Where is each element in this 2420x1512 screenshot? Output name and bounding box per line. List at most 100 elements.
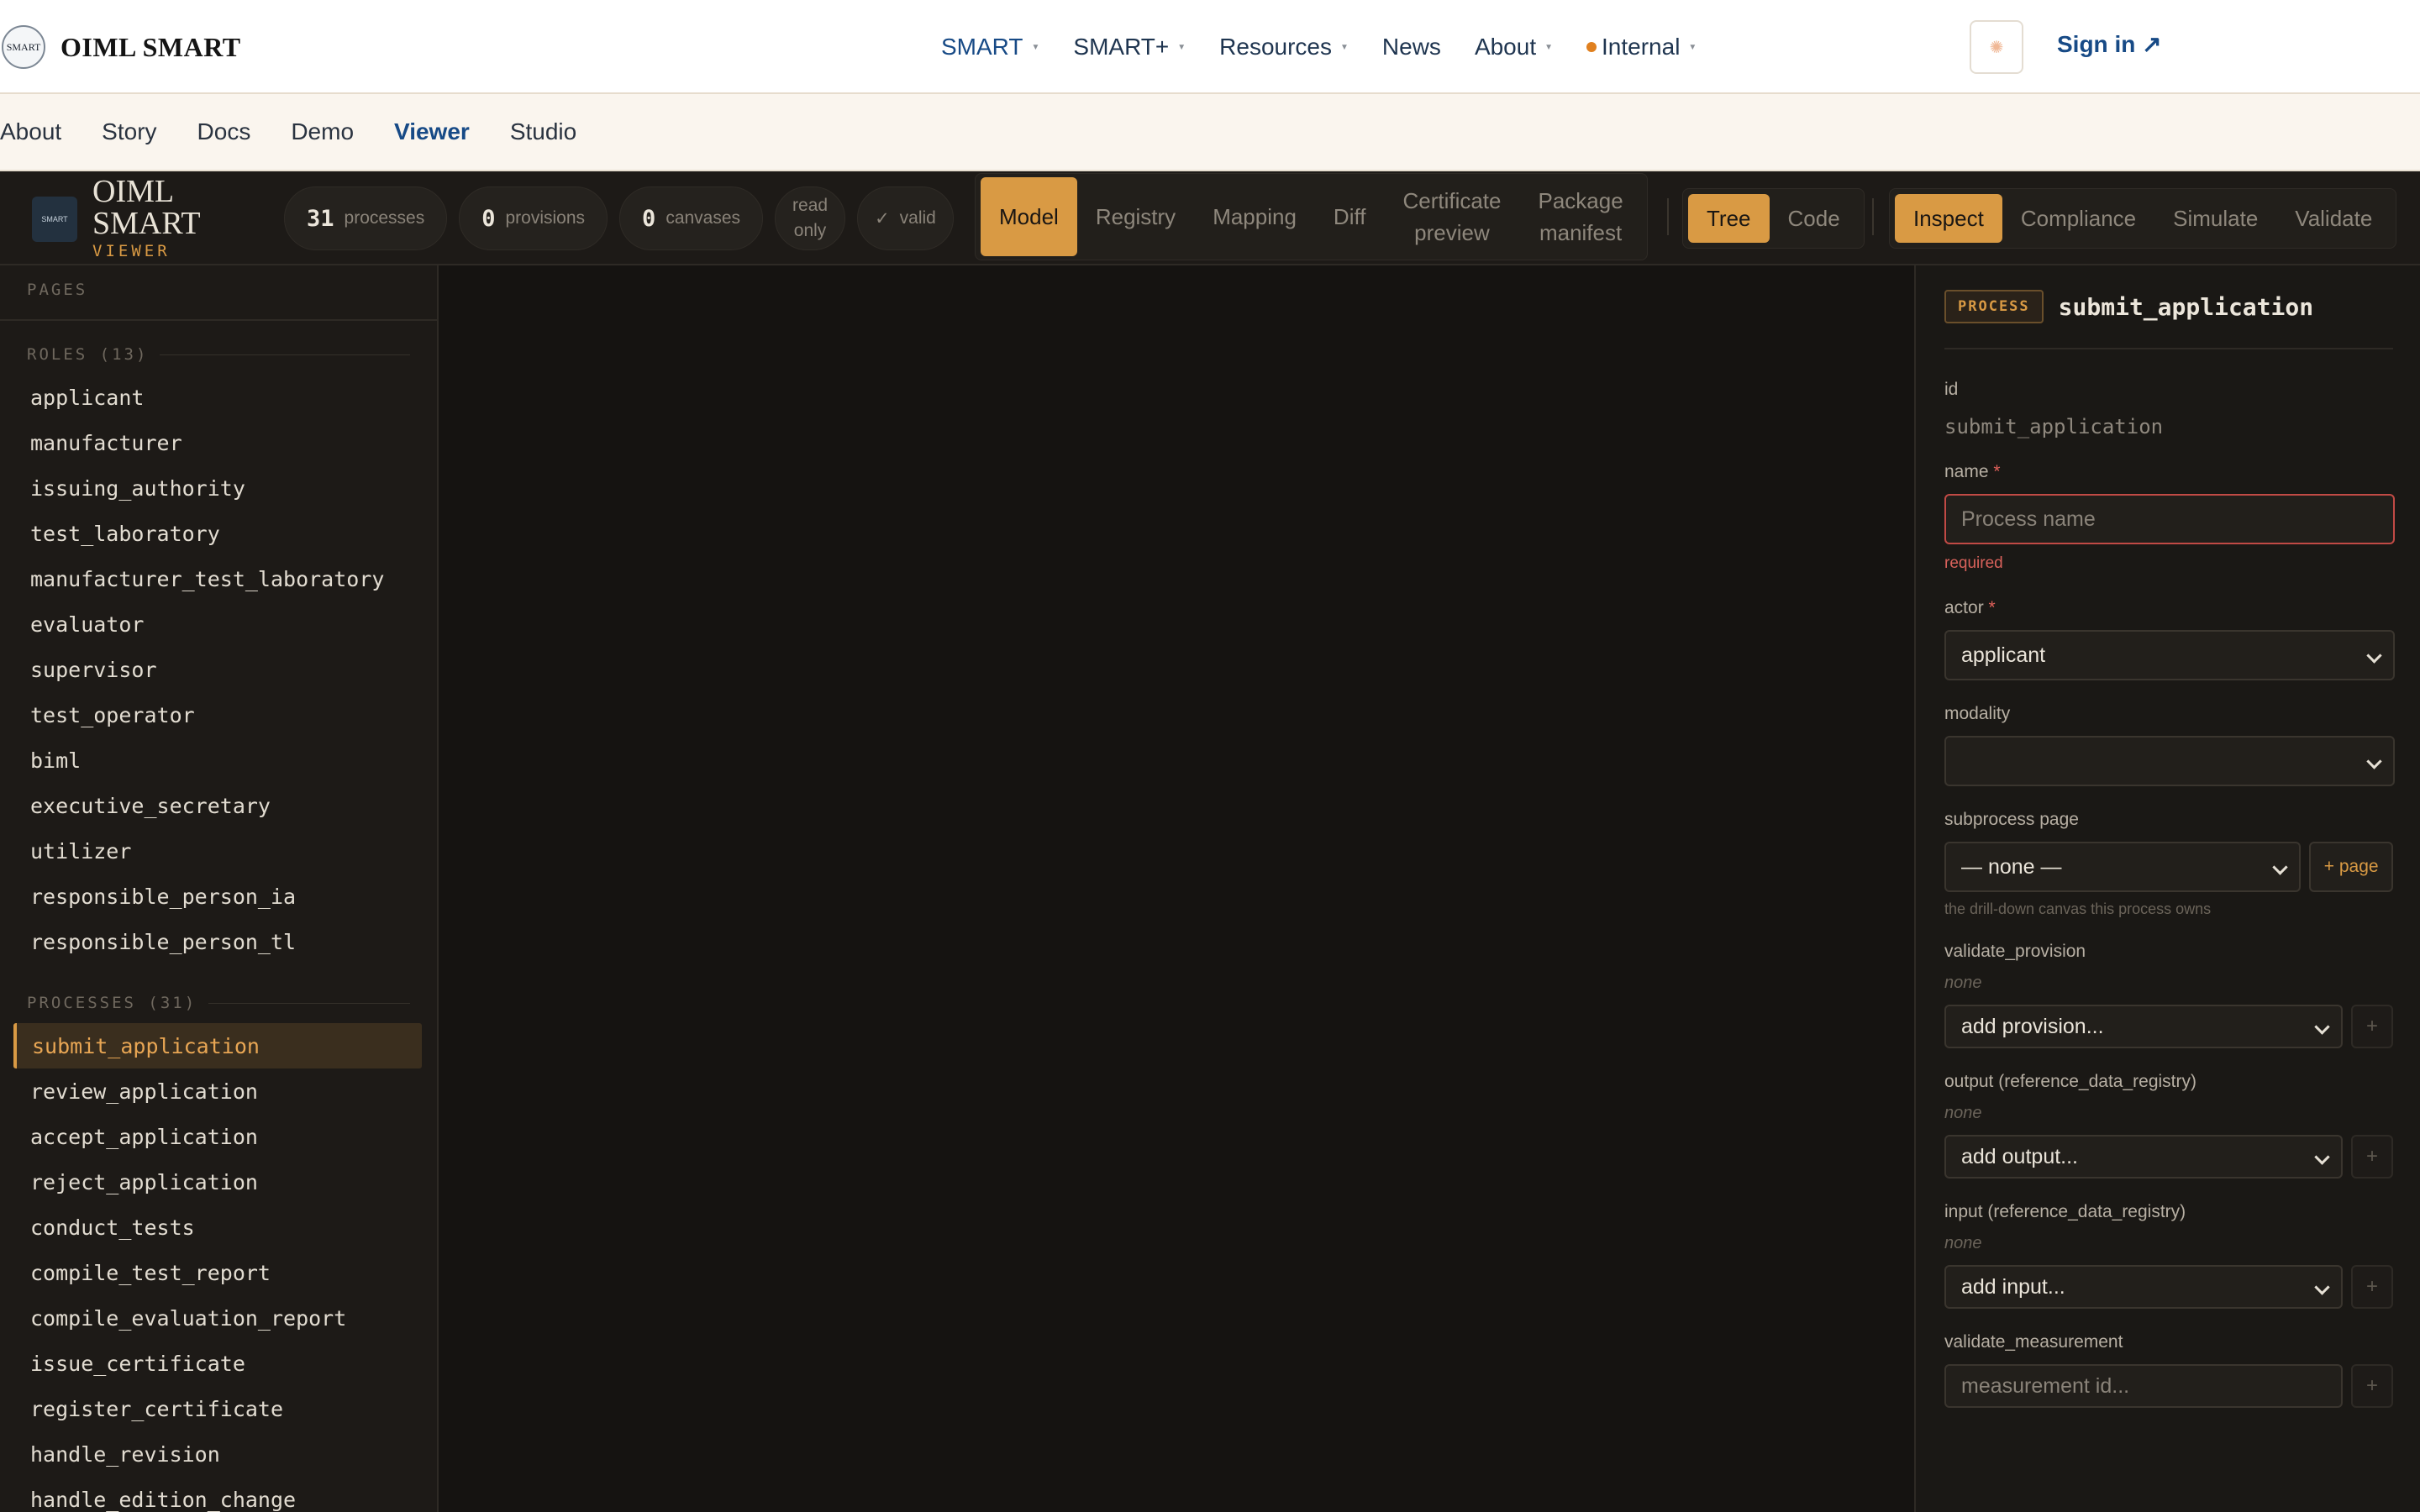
label-text: name [1944,462,1989,481]
app-title: OIML SMART VIEWER [92,171,201,260]
menu-internal[interactable]: Internal ▼ [1586,34,1697,60]
add-measurement-plus-button[interactable]: + [2351,1364,2393,1408]
role-item[interactable]: manufacturer_test_laboratory [0,556,437,601]
caret-icon: ▼ [1340,42,1349,52]
process-item[interactable]: issue_certificate [0,1341,437,1386]
process-item[interactable]: accept_application [0,1114,437,1159]
role-item[interactable]: utilizer [0,828,437,874]
measurement-id-input[interactable]: measurement id... [1944,1364,2343,1408]
brand[interactable]: SMART OIML SMART [2,25,241,69]
stat-processes: 31 processes [284,186,448,250]
sun-icon: ✺ [1989,38,2004,57]
role-item[interactable]: issuing_authority [0,465,437,511]
tab-simulate[interactable]: Simulate [2154,194,2276,243]
theme-toggle-button[interactable]: ✺ [1970,20,2023,74]
subprocess-row: — none — + page [1944,842,2393,892]
check-icon: ✓ [875,208,890,228]
menu-smart-plus[interactable]: SMART+ ▼ [1073,34,1186,60]
tab-code[interactable]: Code [1770,194,1859,243]
input-label: input (reference_data_registry) [1944,1202,2186,1221]
modality-label: modality [1944,704,2011,723]
caret-icon: ▼ [1031,42,1040,52]
role-item[interactable]: evaluator [0,601,437,647]
caret-icon: ▼ [1544,42,1554,52]
menu-label: News [1381,34,1441,60]
tab-certificate-preview[interactable]: Certificate preview [1384,177,1519,256]
role-item[interactable]: applicant [0,375,437,420]
subprocess-select[interactable]: — none — [1944,842,2302,892]
process-item[interactable]: compile_evaluation_report [0,1295,437,1341]
sign-in-link[interactable]: Sign in ↗ [2057,30,2162,58]
menu-label: Resources [1219,34,1333,60]
add-input-select[interactable]: add input... [1944,1265,2343,1309]
inspector-panel: PROCESS submit_application id submit_app… [1914,265,2420,1512]
readonly-line2: only [793,221,827,240]
tab-label-line2: preview [1414,220,1490,245]
stat-canvases: 0 canvases [619,186,764,250]
menu-news[interactable]: News [1382,34,1441,60]
role-item[interactable]: responsible_person_tl [0,919,437,964]
actor-select[interactable]: applicant [1944,630,2395,680]
add-provision-plus-button[interactable]: + [2351,1005,2393,1048]
role-item[interactable]: test_laboratory [0,511,437,556]
role-item[interactable]: executive_secretary [0,783,437,828]
process-item[interactable]: handle_revision [0,1431,437,1477]
subnav-docs[interactable]: Docs [197,118,251,145]
type-badge: PROCESS [1944,290,2044,323]
add-page-button[interactable]: + page [2309,842,2393,892]
role-item[interactable]: manufacturer [0,420,437,465]
menu-smart[interactable]: SMART ▼ [941,34,1039,60]
add-output-plus-button[interactable]: + [2351,1135,2393,1179]
process-item[interactable]: compile_test_report [0,1250,437,1295]
add-input-plus-button[interactable]: + [2351,1265,2393,1309]
status-dot-icon [1586,42,1597,52]
tab-diff[interactable]: Diff [1315,177,1385,256]
tab-compliance[interactable]: Compliance [2002,194,2154,243]
inspector-header: PROCESS submit_application [1944,265,2393,349]
actor-label: actor * [1944,598,2393,618]
tab-model[interactable]: Model [981,177,1077,256]
add-output-select[interactable]: add output... [1944,1135,2343,1179]
name-label: name * [1944,462,2393,482]
modality-select[interactable] [1944,736,2395,786]
menu-resources[interactable]: Resources ▼ [1219,34,1349,60]
tab-inspect[interactable]: Inspect [1895,194,2002,243]
tab-label-line1: Certificate [1402,188,1502,213]
role-item[interactable]: biml [0,738,437,783]
tab-package-manifest[interactable]: Package manifest [1520,177,1642,256]
subnav-viewer[interactable]: Viewer [394,118,470,145]
process-item[interactable]: submit_application [13,1023,422,1068]
tab-registry[interactable]: Registry [1077,177,1194,256]
inspector-tabs: Inspect Compliance Simulate Validate [1889,188,2397,249]
validate-provision-empty: none [1944,974,1982,992]
tab-mapping[interactable]: Mapping [1194,177,1315,256]
tab-validate[interactable]: Validate [2276,194,2391,243]
add-provision-select[interactable]: add provision... [1944,1005,2343,1048]
section-rule [160,354,410,355]
menu-label: SMART [941,34,1023,60]
input-row: add input... + [1944,1265,2393,1309]
process-item[interactable]: review_application [0,1068,437,1114]
process-item[interactable]: handle_edition_change [0,1477,437,1512]
role-item[interactable]: test_operator [0,692,437,738]
subnav-story[interactable]: Story [102,118,156,145]
process-item[interactable]: register_certificate [0,1386,437,1431]
stat-label: processes [344,208,425,228]
process-item[interactable]: reject_application [0,1159,437,1205]
role-item[interactable]: supervisor [0,647,437,692]
toolbar-divider [1872,198,1874,235]
id-value: submit_application [1944,415,2164,438]
output-empty: none [1944,1104,1982,1122]
subnav-about[interactable]: About [0,118,61,145]
section-title: PROCESSES (31) [27,994,197,1012]
model-canvas[interactable] [439,265,1914,1512]
tab-tree[interactable]: Tree [1688,194,1770,243]
process-item[interactable]: conduct_tests [0,1205,437,1250]
subnav-demo[interactable]: Demo [291,118,354,145]
name-field[interactable]: Process name [1944,494,2395,544]
menu-about[interactable]: About ▼ [1475,34,1553,60]
subnav-studio[interactable]: Studio [510,118,576,145]
role-item[interactable]: responsible_person_ia [0,874,437,919]
site-header: SMART OIML SMART SMART ▼ SMART+ ▼ Resource… [0,0,2420,94]
stat-number: 0 [481,205,496,232]
